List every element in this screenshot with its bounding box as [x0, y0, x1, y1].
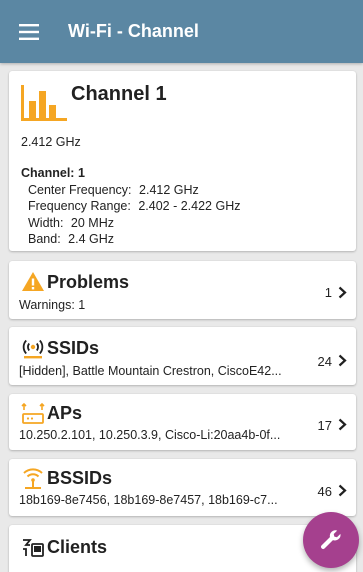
band-value: 2.4 GHz [68, 232, 115, 246]
aps-count: 17 [317, 418, 332, 433]
width-label: Width: [28, 215, 64, 230]
chevron-right-icon [338, 286, 347, 299]
bssids-title: BSSIDs [47, 468, 113, 488]
bssid-wifi-icon [23, 468, 43, 489]
ssids-subtitle: [Hidden], Battle Mountain Crestron, Cisc… [19, 364, 282, 378]
problems-subtitle: Warnings: 1 [19, 298, 86, 312]
channel-frequency: 2.412 GHz [21, 135, 81, 149]
chevron-right-icon [338, 418, 347, 431]
channel-detail-card: Channel 1 2.412 GHz Channel: 1 Center Fr… [9, 71, 356, 251]
app-bar: Wi-Fi - Channel [0, 0, 363, 63]
frequency-range-row: Frequency Range: 2.402 - 2.422 GHz [21, 198, 240, 215]
channel-heading-label: Channel: [21, 166, 75, 180]
problems-count: 1 [324, 285, 332, 300]
frequency-range-value: 2.402 - 2.422 GHz [138, 199, 241, 213]
problems-title: Problems [47, 272, 130, 292]
access-point-icon [21, 402, 45, 424]
clients-icon [23, 539, 44, 557]
wrench-icon [321, 530, 341, 549]
warning-icon [22, 272, 44, 291]
center-frequency-label: Center Frequency: [28, 182, 132, 197]
problems-card[interactable]: Problems Warnings: 1 1 [9, 261, 356, 319]
ssids-title: SSIDs [47, 338, 100, 358]
content-scroll-area[interactable]: Channel 1 2.412 GHz Channel: 1 Center Fr… [0, 63, 363, 572]
frequency-range-label: Frequency Range: [28, 199, 131, 213]
center-frequency-value: 2.412 GHz [139, 182, 199, 197]
clients-title: Clients [47, 537, 108, 557]
bssids-count: 46 [317, 484, 332, 499]
band-row: Band: 2.4 GHz [21, 231, 240, 248]
width-row: Width: 20 MHz [21, 215, 240, 232]
channel-heading-line: Channel: 1 [21, 165, 240, 182]
aps-card[interactable]: APs 10.250.2.101, 10.250.3.9, Cisco-Li:2… [9, 394, 356, 450]
ssids-card[interactable]: SSIDs [Hidden], Battle Mountain Crestron… [9, 327, 356, 385]
width-value: 20 MHz [70, 215, 114, 230]
ssids-count: 24 [317, 354, 332, 369]
channel-bars-icon [21, 85, 67, 121]
channel-details: Channel: 1 Center Frequency: 2.412 GHz F… [21, 165, 240, 248]
channel-title: Channel 1 [71, 83, 167, 105]
page-title: Wi-Fi - Channel [68, 21, 199, 41]
bssids-subtitle: 18b169-8e7456, 18b169-8e7457, 18b169-c7.… [19, 493, 278, 507]
tools-fab-button[interactable] [303, 512, 359, 568]
chevron-right-icon [338, 354, 347, 367]
ssid-broadcast-icon [22, 339, 44, 359]
band-label: Band: [28, 232, 61, 246]
aps-title: APs [47, 403, 83, 423]
channel-number: 1 [77, 166, 85, 180]
aps-subtitle: 10.250.2.101, 10.250.3.9, Cisco-Li:20aa4… [19, 428, 281, 442]
chevron-right-icon [338, 484, 347, 497]
hamburger-menu-icon [19, 23, 39, 40]
bssids-card[interactable]: BSSIDs 18b169-8e7456, 18b169-8e7457, 18b… [9, 459, 356, 516]
menu-button[interactable] [0, 0, 58, 63]
center-frequency-row: Center Frequency: 2.412 GHz [21, 182, 240, 199]
